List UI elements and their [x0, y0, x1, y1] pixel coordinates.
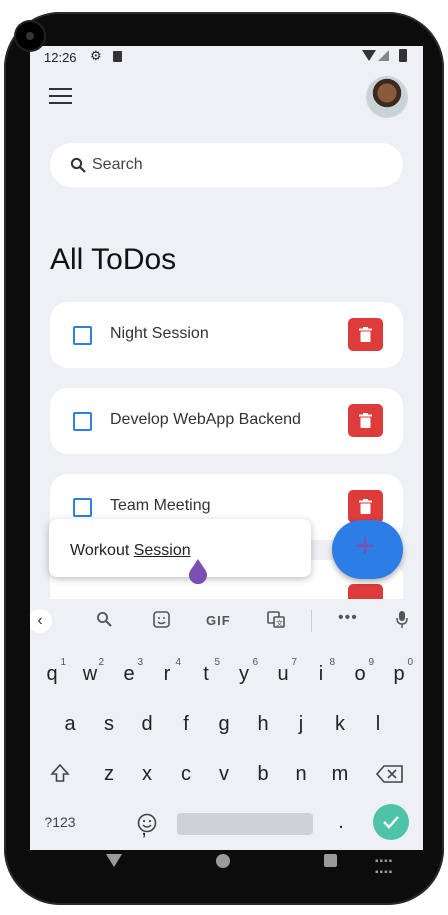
keyboard-row-1: 1q 2w 3e 4r 5t 6y 7u 8i 9o 0p [30, 657, 423, 691]
checkbox-outline-icon[interactable] [73, 412, 92, 431]
delete-button[interactable] [348, 318, 383, 351]
todo-item[interactable]: Night Session [50, 302, 403, 368]
key-y[interactable]: 6y [226, 657, 262, 691]
add-todo-button[interactable]: + [332, 520, 403, 579]
search-bar[interactable] [50, 143, 403, 187]
checkbox-outline-icon[interactable] [73, 326, 92, 345]
status-bar: 12:26 ⚙ [30, 46, 423, 68]
status-time: 12:26 [44, 50, 77, 65]
search-icon [70, 157, 87, 174]
key-d[interactable]: d [129, 707, 165, 741]
text-input-popup[interactable]: Workout Session [49, 519, 311, 577]
front-camera [16, 22, 44, 50]
on-screen-keyboard: ‹ GIF 文 ••• 1q 2w 3e 4 r 5 t 6 y 7 u 8 i… [30, 599, 423, 850]
key-e[interactable]: 3e [111, 657, 147, 691]
plus-icon: + [355, 527, 375, 565]
delete-button[interactable] [348, 404, 383, 437]
key-i[interactable]: 8i [303, 657, 339, 691]
symbols-key[interactable]: ?123 [38, 803, 82, 837]
text-cursor-handle[interactable] [187, 559, 209, 587]
nav-home-icon[interactable] [216, 854, 230, 868]
input-text-word: Session [133, 542, 191, 559]
gif-button[interactable]: GIF [206, 613, 231, 628]
keyboard-row-2: a s d f g h j k l [30, 707, 423, 741]
key-j[interactable]: j [283, 707, 319, 741]
key-t[interactable]: 5t [188, 657, 224, 691]
emoji-icon[interactable] [129, 807, 165, 841]
nav-back-icon[interactable] [106, 854, 122, 867]
key-r[interactable]: 4r [149, 657, 185, 691]
keyboard-switch-icon[interactable]: ▪▪▪▪ ▪▪▪▪ [375, 856, 393, 878]
hamburger-menu-icon[interactable] [49, 86, 73, 106]
key-c[interactable]: c [168, 757, 204, 791]
chevron-left-icon[interactable]: ‹ [30, 609, 52, 633]
key-h[interactable]: h [245, 707, 281, 741]
key-v[interactable]: v [206, 757, 242, 791]
keyboard-row-3: z x c v b n m [30, 757, 423, 791]
key-k[interactable]: k [322, 707, 358, 741]
checkbox-outline-icon[interactable] [73, 498, 92, 517]
avatar[interactable] [367, 77, 407, 117]
key-m[interactable]: m [322, 757, 358, 791]
shift-key-icon[interactable] [42, 757, 78, 791]
nav-recents-icon[interactable] [324, 854, 337, 867]
todo-label: Develop WebApp Backend [110, 411, 301, 428]
keyboard-row-4: ?123 , . [30, 803, 423, 843]
space-bar[interactable] [177, 813, 313, 835]
key-o[interactable]: 9o [342, 657, 378, 691]
more-options-icon[interactable]: ••• [338, 609, 358, 627]
key-g[interactable]: g [206, 707, 242, 741]
search-input[interactable] [90, 155, 374, 175]
todo-label: Night Session [110, 325, 209, 342]
cell-signal-icon [378, 50, 389, 61]
todo-input-text[interactable]: Workout Session [70, 542, 191, 560]
svg-text:文: 文 [276, 619, 283, 628]
key-q[interactable]: 1q [34, 657, 70, 691]
emoji-sticker-icon[interactable] [153, 611, 170, 632]
sd-card-icon [113, 51, 122, 62]
key-a[interactable]: a [52, 707, 88, 741]
key-l[interactable]: l [360, 707, 396, 741]
app-screen: 12:26 ⚙ All ToDos Night Session [30, 46, 423, 850]
keyboard-toolbar: ‹ GIF 文 ••• [30, 599, 423, 645]
trash-icon [359, 499, 372, 514]
microphone-icon[interactable] [396, 611, 408, 632]
toolbar-divider [311, 610, 312, 632]
battery-icon [399, 49, 407, 62]
settings-gear-icon: ⚙ [90, 48, 102, 63]
phone-frame: 12:26 ⚙ All ToDos Night Session [4, 12, 444, 905]
trash-icon [359, 327, 372, 342]
translate-icon[interactable]: 文 [267, 611, 285, 632]
enter-check-button[interactable] [373, 804, 409, 840]
todo-label: Team Meeting [110, 497, 211, 514]
key-x[interactable]: x [129, 757, 165, 791]
key-f[interactable]: f [168, 707, 204, 741]
key-b[interactable]: b [245, 757, 281, 791]
key-z[interactable]: z [91, 757, 127, 791]
delete-button[interactable] [348, 584, 383, 600]
key-s[interactable]: s [91, 707, 127, 741]
search-icon[interactable] [96, 611, 113, 632]
page-title: All ToDos [50, 243, 177, 276]
system-navigation-bar: ▪▪▪▪ ▪▪▪▪ [26, 838, 419, 882]
wifi-icon [362, 50, 376, 61]
delete-button[interactable] [348, 490, 383, 523]
trash-icon [359, 413, 372, 428]
todo-item[interactable]: Develop WebApp Backend [50, 388, 403, 454]
checkmark-icon [383, 816, 399, 829]
key-p[interactable]: 0p [381, 657, 417, 691]
key-period[interactable]: . [323, 803, 359, 837]
key-u[interactable]: 7u [265, 657, 301, 691]
key-w[interactable]: 2w [72, 657, 108, 691]
input-text-prefix: Workout [70, 542, 134, 559]
key-n[interactable]: n [283, 757, 319, 791]
backspace-key-icon[interactable] [372, 757, 408, 791]
